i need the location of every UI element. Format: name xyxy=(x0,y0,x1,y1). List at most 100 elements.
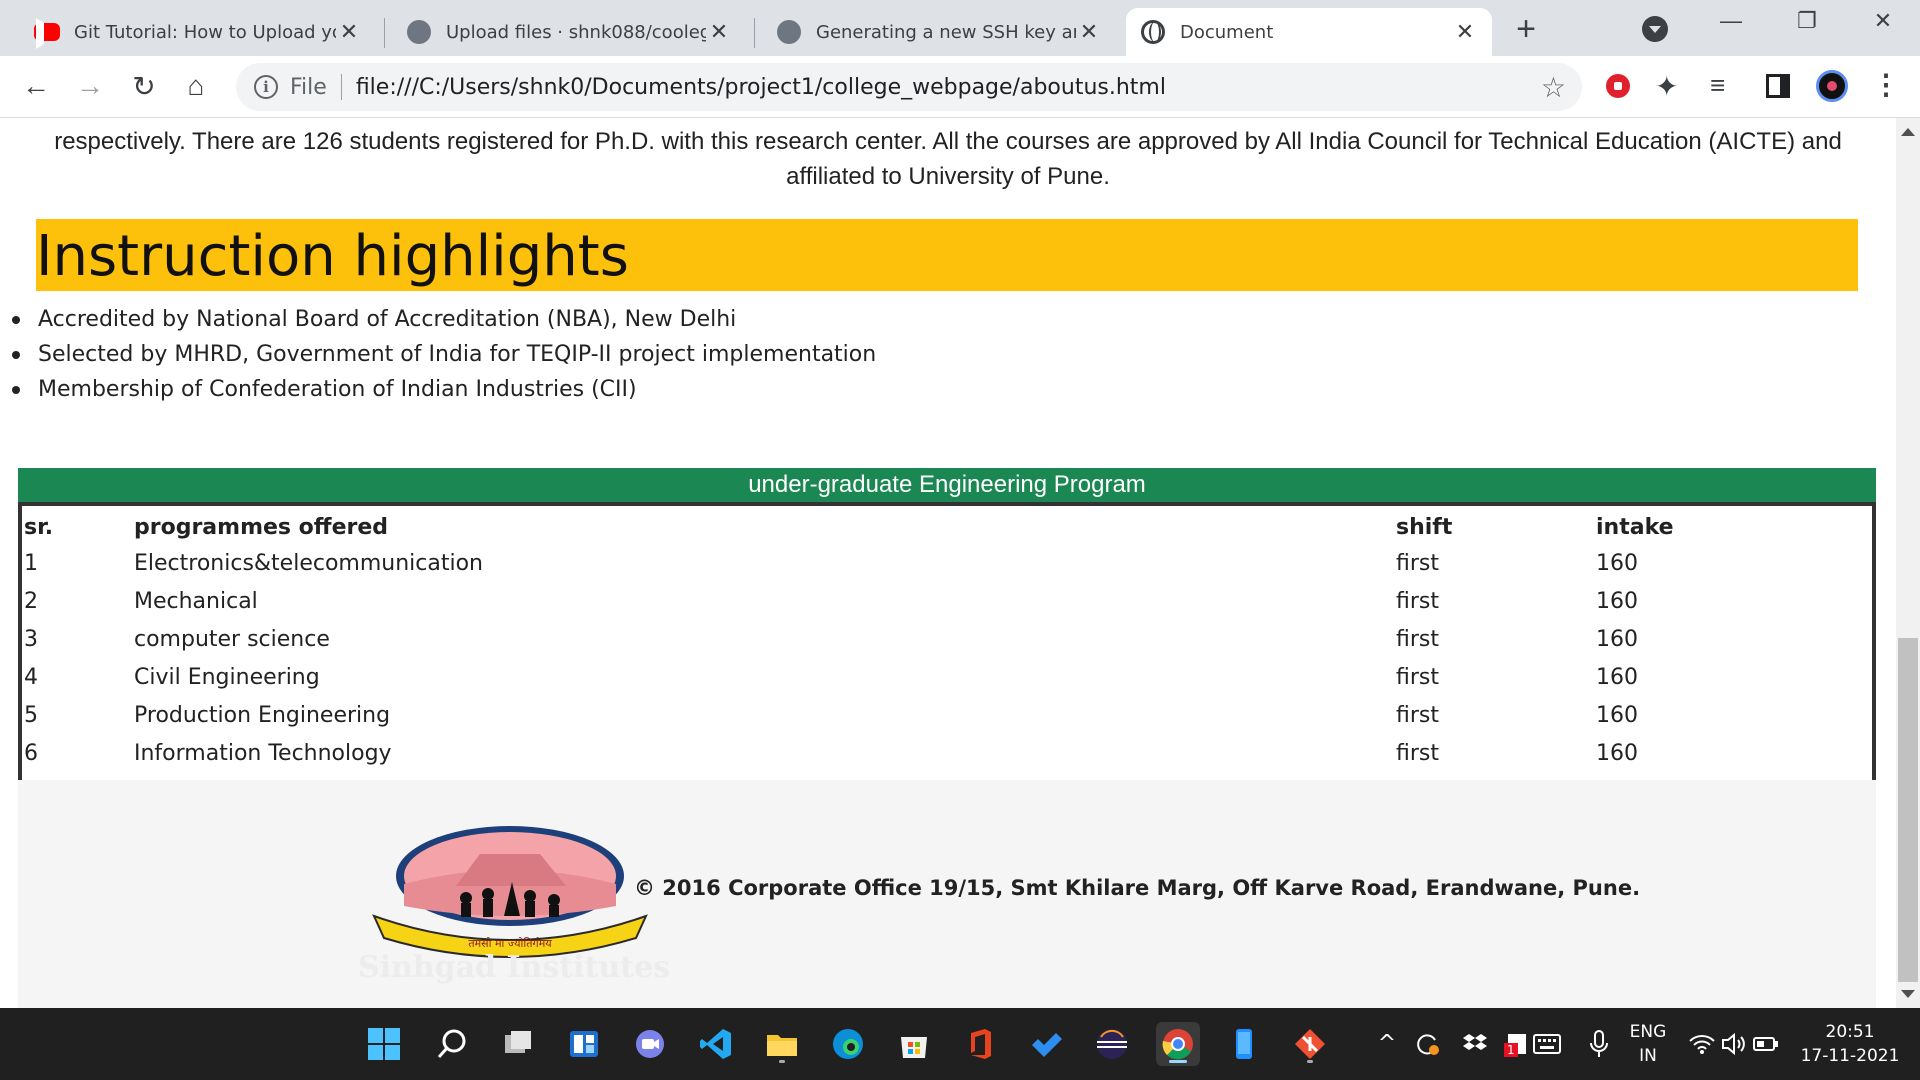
window-close-icon[interactable]: ✕ xyxy=(1858,8,1908,34)
tab-ssh-key[interactable]: Generating a new SSH key and a ✕ xyxy=(762,8,1116,56)
quick-settings[interactable] xyxy=(1686,1008,1782,1080)
info-icon[interactable]: i xyxy=(254,75,278,99)
profile-avatar[interactable] xyxy=(1816,70,1848,102)
cell-sr: 4 xyxy=(24,664,38,690)
highlights-title: Instruction highlights xyxy=(36,224,629,289)
widgets-icon[interactable] xyxy=(562,1022,606,1066)
tab-search-icon[interactable] xyxy=(1642,16,1668,42)
tab-git-tutorial[interactable]: Git Tutorial: How to Upload your ✕ xyxy=(20,8,376,56)
cell-programme: Electronics&telecommunication xyxy=(134,550,484,576)
github-icon xyxy=(406,19,432,45)
microphone-icon[interactable] xyxy=(1570,1030,1628,1058)
cell-intake: 160 xyxy=(1596,702,1638,728)
sync-icon[interactable] xyxy=(1402,1030,1452,1058)
bullet-icon xyxy=(12,350,20,359)
browser-tab-strip: Git Tutorial: How to Upload your ✕ Uploa… xyxy=(0,0,1920,56)
cell-shift: first xyxy=(1396,626,1439,652)
intro-line: respectively. There are 126 students reg… xyxy=(54,128,1842,155)
start-windows-icon[interactable] xyxy=(362,1022,406,1066)
media-control-icon[interactable]: ≡ xyxy=(1710,70,1725,101)
menu-kebab-icon[interactable]: ⋮ xyxy=(1872,68,1900,101)
restore-icon[interactable]: ❐ xyxy=(1782,8,1832,34)
program-table-grid: sr. programmes offered shift intake 1 El… xyxy=(22,506,1872,772)
logo-motto: तमसो मा ज्योतिर्गमय xyxy=(468,937,552,950)
home-icon[interactable]: ⌂ xyxy=(176,66,216,106)
close-icon[interactable]: ✕ xyxy=(1076,20,1102,45)
search-icon[interactable] xyxy=(430,1022,474,1066)
file-explorer-icon[interactable] xyxy=(760,1022,804,1066)
cell-programme: Information Technology xyxy=(134,740,392,766)
cell-shift: first xyxy=(1396,702,1439,728)
table-row: 2 Mechanical first 160 xyxy=(22,582,1872,620)
column-header-programme: programmes offered xyxy=(134,514,389,540)
copyright-text: © 2016 Corporate Office 19/15, Smt Khila… xyxy=(634,876,1641,900)
table-row: 5 Production Engineering first 160 xyxy=(22,696,1872,734)
highlights-heading-bar: Instruction highlights xyxy=(36,219,1858,291)
cell-intake: 160 xyxy=(1596,626,1638,652)
microsoft-store-icon[interactable] xyxy=(892,1022,936,1066)
cell-sr: 5 xyxy=(24,702,38,728)
page-scrollbar[interactable] xyxy=(1896,118,1920,1008)
cell-shift: first xyxy=(1396,740,1439,766)
column-header-sr: sr. xyxy=(24,514,54,540)
side-panel-icon[interactable] xyxy=(1766,74,1790,98)
cell-intake: 160 xyxy=(1596,740,1638,766)
minimize-icon[interactable]: — xyxy=(1706,8,1756,34)
close-icon[interactable]: ✕ xyxy=(706,20,732,45)
todo-icon[interactable] xyxy=(1024,1022,1068,1066)
language-code: ENG xyxy=(1629,1022,1667,1042)
edge-icon[interactable] xyxy=(826,1022,870,1066)
bookmark-star-icon[interactable]: ☆ xyxy=(1541,71,1566,104)
list-item: Selected by MHRD, Government of India fo… xyxy=(10,337,876,372)
scheme-label: File xyxy=(290,74,327,100)
address-divider xyxy=(340,74,342,100)
git-gui-icon[interactable] xyxy=(1288,1022,1332,1066)
back-icon[interactable]: ← xyxy=(16,66,56,106)
intro-paragraph: respectively. There are 126 students reg… xyxy=(40,124,1856,194)
highlights-list: Accredited by National Board of Accredit… xyxy=(10,302,876,407)
youtube-icon xyxy=(34,19,60,45)
cell-shift: first xyxy=(1396,550,1439,576)
show-hidden-icons-icon[interactable]: ^ xyxy=(1372,1032,1402,1056)
eclipse-icon[interactable] xyxy=(1090,1022,1134,1066)
office-icon[interactable] xyxy=(958,1022,1002,1066)
cell-intake: 160 xyxy=(1596,550,1638,576)
list-item-text: Accredited by National Board of Accredit… xyxy=(38,307,737,332)
forward-icon[interactable]: → xyxy=(70,66,110,106)
address-bar[interactable]: i File file:///C:/Users/shnk0/Documents/… xyxy=(236,63,1582,111)
cell-shift: first xyxy=(1396,588,1439,614)
phone-link-icon[interactable] xyxy=(1222,1022,1266,1066)
scrollbar-thumb[interactable] xyxy=(1898,638,1918,982)
teams-chat-icon[interactable] xyxy=(628,1022,672,1066)
close-icon[interactable]: ✕ xyxy=(336,20,362,45)
close-icon[interactable]: ✕ xyxy=(1452,20,1478,45)
scroll-up-icon[interactable] xyxy=(1901,128,1915,136)
tab-upload-files[interactable]: Upload files · shnk088/coolege-v ✕ xyxy=(392,8,746,56)
keyboard-icon[interactable] xyxy=(1524,1034,1570,1054)
task-view-icon[interactable] xyxy=(496,1022,540,1066)
new-tab-button[interactable]: + xyxy=(1508,10,1544,49)
cell-programme: Mechanical xyxy=(134,588,258,614)
browser-toolbar: ← → ↻ ⌂ i File file:///C:/Users/shnk0/Do… xyxy=(0,56,1920,118)
tab-divider xyxy=(384,18,385,48)
reload-icon[interactable]: ↻ xyxy=(124,66,164,106)
tab-title: Generating a new SSH key and a xyxy=(816,21,1076,43)
vscode-icon[interactable] xyxy=(694,1022,738,1066)
scroll-down-icon[interactable] xyxy=(1901,990,1915,998)
globe-icon xyxy=(1140,19,1166,45)
cell-sr: 6 xyxy=(24,740,38,766)
url-text[interactable]: file:///C:/Users/shnk0/Documents/project… xyxy=(356,75,1166,100)
language-indicator[interactable]: ENG IN xyxy=(1622,1008,1674,1080)
dropbox-icon[interactable] xyxy=(1452,1031,1498,1057)
extensions-icon[interactable]: ✦ xyxy=(1655,70,1678,103)
record-extension-icon[interactable] xyxy=(1606,74,1630,98)
list-item-text: Membership of Confederation of Indian In… xyxy=(38,377,637,402)
table-row: 3 computer science first 160 xyxy=(22,620,1872,658)
tab-title: Git Tutorial: How to Upload your xyxy=(74,21,336,43)
tab-document[interactable]: Document ✕ xyxy=(1126,8,1492,56)
region-code: IN xyxy=(1639,1046,1657,1066)
table-row: 1 Electronics&telecommunication first 16… xyxy=(22,544,1872,582)
chrome-icon[interactable] xyxy=(1156,1022,1200,1066)
battery-icon xyxy=(1750,1036,1782,1052)
clock[interactable]: 20:51 17-11-2021 xyxy=(1800,1008,1900,1080)
